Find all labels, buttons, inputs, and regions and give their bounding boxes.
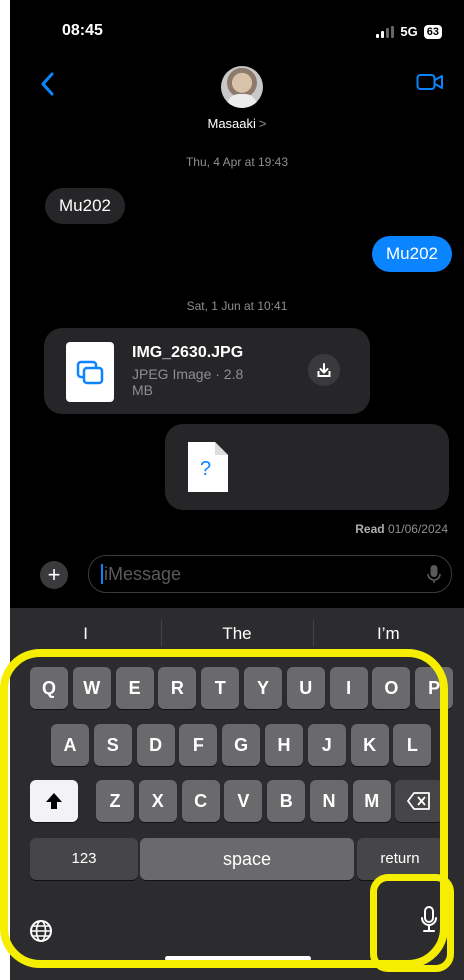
key-c[interactable]: C	[181, 780, 220, 822]
key-n[interactable]: N	[310, 780, 348, 822]
key-u[interactable]: U	[286, 667, 325, 709]
question-mark: ?	[200, 458, 212, 480]
download-icon[interactable]	[308, 354, 340, 386]
key-t[interactable]: T	[201, 667, 240, 709]
text-cursor	[101, 564, 103, 584]
chevron-right-icon: >	[258, 116, 267, 131]
suggestion-3[interactable]: I’m	[312, 608, 464, 658]
message-placeholder: iMessage	[104, 564, 182, 584]
key-p[interactable]: P	[415, 667, 454, 709]
file-attachment[interactable]: IMG_2630.JPG JPEG Image · 2.8 MB	[44, 328, 370, 414]
status-right: 5G 63	[376, 24, 442, 39]
numbers-key[interactable]: 123	[30, 838, 138, 880]
home-indicator	[165, 956, 311, 961]
dictation-mic-icon[interactable]	[420, 905, 438, 933]
message-input[interactable]: iMessage	[88, 555, 452, 593]
key-i[interactable]: I	[329, 667, 368, 709]
key-w[interactable]: W	[72, 667, 111, 709]
read-date: 01/06/2024	[387, 522, 448, 536]
contact-name-link[interactable]: Masaaki >	[10, 116, 464, 131]
status-time: 08:45	[62, 22, 103, 39]
space-key[interactable]: space	[140, 838, 354, 880]
avatar[interactable]	[221, 66, 263, 108]
read-receipt: Read 01/06/2024	[355, 522, 448, 536]
phone-screen: 08:45 5G 63 Masaaki > Thu, 4 Apr at 19:43…	[10, 0, 464, 980]
missing-file-attachment[interactable]: ?	[165, 424, 449, 510]
key-s[interactable]: S	[93, 724, 132, 766]
key-m[interactable]: M	[352, 780, 391, 822]
key-e[interactable]: E	[115, 667, 154, 709]
shift-key[interactable]	[30, 780, 78, 822]
key-f[interactable]: F	[179, 724, 218, 766]
key-b[interactable]: B	[267, 780, 306, 822]
contact-name: Masaaki	[207, 116, 256, 131]
key-d[interactable]: D	[136, 724, 175, 766]
video-camera-icon[interactable]	[416, 72, 444, 92]
key-h[interactable]: H	[265, 724, 303, 766]
read-label: Read	[355, 522, 385, 536]
key-a[interactable]: A	[51, 724, 89, 766]
delete-icon	[407, 792, 430, 810]
key-g[interactable]: G	[222, 724, 261, 766]
timestamp-1: Thu, 4 Apr at 19:43	[185, 155, 289, 169]
delete-key[interactable]	[395, 780, 443, 822]
key-y[interactable]: Y	[244, 667, 282, 709]
key-v[interactable]: V	[224, 780, 263, 822]
mic-icon[interactable]	[427, 564, 441, 584]
return-key[interactable]: return	[357, 838, 443, 880]
key-j[interactable]: J	[307, 724, 346, 766]
chat-header: Masaaki >	[10, 62, 464, 144]
file-name: IMG_2630.JPG	[132, 344, 244, 361]
signal-icon	[376, 25, 395, 38]
timestamp-2: Sat, 1 Jun at 10:41	[186, 299, 288, 313]
key-o[interactable]: O	[372, 667, 411, 709]
back-chevron-icon[interactable]	[40, 72, 56, 96]
status-bar: 08:45 5G 63	[10, 0, 464, 62]
incoming-message[interactable]: Mu202	[45, 188, 125, 224]
suggestion-bar: I The I’m	[10, 608, 464, 658]
plus-button[interactable]: +	[40, 561, 68, 589]
suggestion-1[interactable]: I	[10, 608, 161, 658]
key-r[interactable]: R	[158, 667, 197, 709]
outgoing-message[interactable]: Mu202	[372, 236, 452, 272]
document-icon	[66, 342, 114, 402]
file-meta: JPEG Image · 2.8 MB	[132, 366, 244, 398]
battery-icon: 63	[423, 24, 442, 39]
key-k[interactable]: K	[350, 724, 389, 766]
shift-icon	[46, 793, 62, 809]
key-x[interactable]: X	[138, 780, 177, 822]
key-l[interactable]: L	[393, 724, 432, 766]
key-q[interactable]: Q	[30, 667, 68, 709]
key-z[interactable]: Z	[96, 780, 134, 822]
globe-icon[interactable]	[28, 918, 54, 944]
network-type: 5G	[400, 24, 418, 39]
suggestion-2[interactable]: The	[161, 608, 312, 658]
